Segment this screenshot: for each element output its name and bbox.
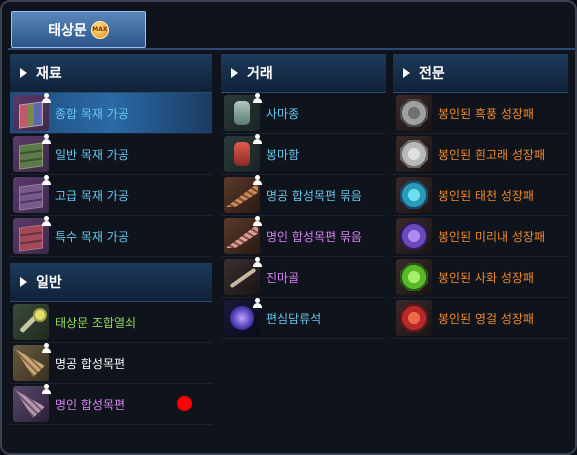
- tab-underline: [8, 48, 575, 50]
- right-column: 전문 봉인된 흑풍 성장패 봉인된 흰고래 성장패 봉인된 태천 성장패 봉인된…: [393, 54, 568, 339]
- section-header-specialty[interactable]: 전문: [393, 54, 568, 93]
- recipe-row-black-wind-medal[interactable]: 봉인된 흑풍 성장패: [393, 93, 568, 134]
- section-title: 거래: [247, 66, 273, 82]
- section-title: 전문: [419, 66, 445, 82]
- recipe-label: 명공 합성목편 묶음: [266, 188, 362, 203]
- section-header-materials[interactable]: 재료: [10, 54, 212, 93]
- tab-taesangmun[interactable]: 태상문 MAX: [11, 11, 146, 48]
- recipe-label: 특수 목재 가공: [55, 229, 129, 244]
- scale-icon: [252, 93, 262, 103]
- plank-bundle-icon: [224, 175, 262, 213]
- bone-icon: [224, 257, 262, 295]
- red-jar-icon: [224, 134, 262, 172]
- purple-plank-icon: [13, 384, 51, 422]
- section-title: 일반: [36, 275, 62, 291]
- recipe-row-combination-key[interactable]: 태상문 조합열쇠: [10, 302, 212, 343]
- expand-arrow-icon: [231, 68, 238, 78]
- recipe-label: 봉인된 흑풍 성장패: [438, 106, 534, 121]
- notification-dot-icon: [177, 396, 192, 411]
- purple-plank-bundle-icon: [224, 216, 262, 254]
- key-icon: [13, 304, 49, 340]
- recipe-label: 명공 합성목편: [55, 356, 126, 371]
- scale-icon: [252, 216, 262, 226]
- white-whale-medal-icon: [396, 136, 432, 172]
- recipe-row-general-wood[interactable]: 일반 목재 가공: [10, 134, 212, 175]
- recipe-label: 편심담류석: [266, 311, 322, 326]
- middle-column: 거래 사마종 봉마함 명공 합성목편 묶음 명인 합성목편 묶음 진마골 편심담…: [221, 54, 386, 339]
- yeonggeol-medal-icon: [396, 300, 432, 336]
- taecheon-medal-icon: [396, 177, 432, 213]
- recipe-label: 고급 목재 가공: [55, 188, 129, 203]
- recipe-label: 종합 목재 가공: [55, 106, 129, 121]
- recipe-row-artisan-plank[interactable]: 명인 합성목편: [10, 384, 212, 425]
- recipe-row-pyeonsimdamryuseok[interactable]: 편심담류석: [221, 298, 386, 339]
- recipe-row-samajong[interactable]: 사마종: [221, 93, 386, 134]
- scale-icon: [252, 175, 262, 185]
- recipe-row-bongmaham[interactable]: 봉마함: [221, 134, 386, 175]
- gem-icon: [224, 298, 262, 336]
- mirinae-medal-icon: [396, 218, 432, 254]
- recipe-row-master-plank-bundle[interactable]: 명공 합성목편 묶음: [221, 175, 386, 216]
- person-icon: [41, 384, 51, 394]
- recipe-row-special-wood[interactable]: 특수 목재 가공: [10, 216, 212, 257]
- recipe-row-master-plank[interactable]: 명공 합성목편: [10, 343, 212, 384]
- recipe-label: 봉인된 태천 성장패: [438, 188, 534, 203]
- purple-cube-icon: [13, 175, 51, 213]
- recipe-row-taecheon-medal[interactable]: 봉인된 태천 성장패: [393, 175, 568, 216]
- recipe-label: 봉인된 미리내 성장패: [438, 229, 545, 244]
- recipe-row-jinmagol[interactable]: 진마골: [221, 257, 386, 298]
- recipe-row-advanced-wood[interactable]: 고급 목재 가공: [10, 175, 212, 216]
- recipe-row-sahwa-medal[interactable]: 봉인된 사화 성장패: [393, 257, 568, 298]
- recipe-label: 봉인된 영걸 성장패: [438, 311, 534, 326]
- section-title: 재료: [36, 66, 62, 82]
- person-icon: [41, 134, 51, 144]
- recipe-label: 진마골: [266, 270, 300, 285]
- left-column: 재료 종합 목재 가공 일반 목재 가공 고급 목재 가공 특수 목재 가공 일…: [10, 54, 212, 425]
- scale-icon: [252, 257, 262, 267]
- section-header-trade[interactable]: 거래: [221, 54, 386, 93]
- recipe-row-yeonggeol-medal[interactable]: 봉인된 영걸 성장패: [393, 298, 568, 339]
- expand-arrow-icon: [20, 68, 27, 78]
- green-cube-icon: [13, 134, 51, 172]
- crafting-window: 태상문 MAX 재료 종합 목재 가공 일반 목재 가공 고급 목재 가공 특수…: [0, 0, 577, 455]
- multi-cube-icon: [13, 93, 51, 131]
- recipe-label: 봉인된 흰고래 성장패: [438, 147, 545, 162]
- scale-icon: [252, 134, 262, 144]
- recipe-label: 명인 합성목편 묶음: [266, 229, 362, 244]
- recipe-label: 사마종: [266, 106, 300, 121]
- jar-icon: [224, 93, 262, 131]
- recipe-label: 봉인된 사화 성장패: [438, 270, 534, 285]
- recipe-label: 태상문 조합열쇠: [55, 315, 137, 330]
- person-icon: [41, 93, 51, 103]
- recipe-row-white-whale-medal[interactable]: 봉인된 흰고래 성장패: [393, 134, 568, 175]
- person-icon: [41, 175, 51, 185]
- max-badge-icon: MAX: [90, 20, 109, 39]
- red-cube-icon: [13, 216, 51, 254]
- recipe-label: 봉마함: [266, 147, 300, 162]
- scale-icon: [252, 298, 262, 308]
- recipe-row-artisan-plank-bundle[interactable]: 명인 합성목편 묶음: [221, 216, 386, 257]
- recipe-row-comprehensive-wood[interactable]: 종합 목재 가공: [10, 93, 212, 134]
- recipe-row-mirinae-medal[interactable]: 봉인된 미리내 성장패: [393, 216, 568, 257]
- tab-label: 태상문: [48, 22, 87, 39]
- expand-arrow-icon: [403, 68, 410, 78]
- black-wind-medal-icon: [396, 95, 432, 131]
- expand-arrow-icon: [20, 277, 27, 287]
- person-icon: [41, 343, 51, 353]
- sahwa-medal-icon: [396, 259, 432, 295]
- recipe-label: 명인 합성목편: [55, 397, 126, 412]
- plank-icon: [13, 343, 51, 381]
- section-header-general[interactable]: 일반: [10, 263, 212, 302]
- person-icon: [41, 216, 51, 226]
- recipe-label: 일반 목재 가공: [55, 147, 129, 162]
